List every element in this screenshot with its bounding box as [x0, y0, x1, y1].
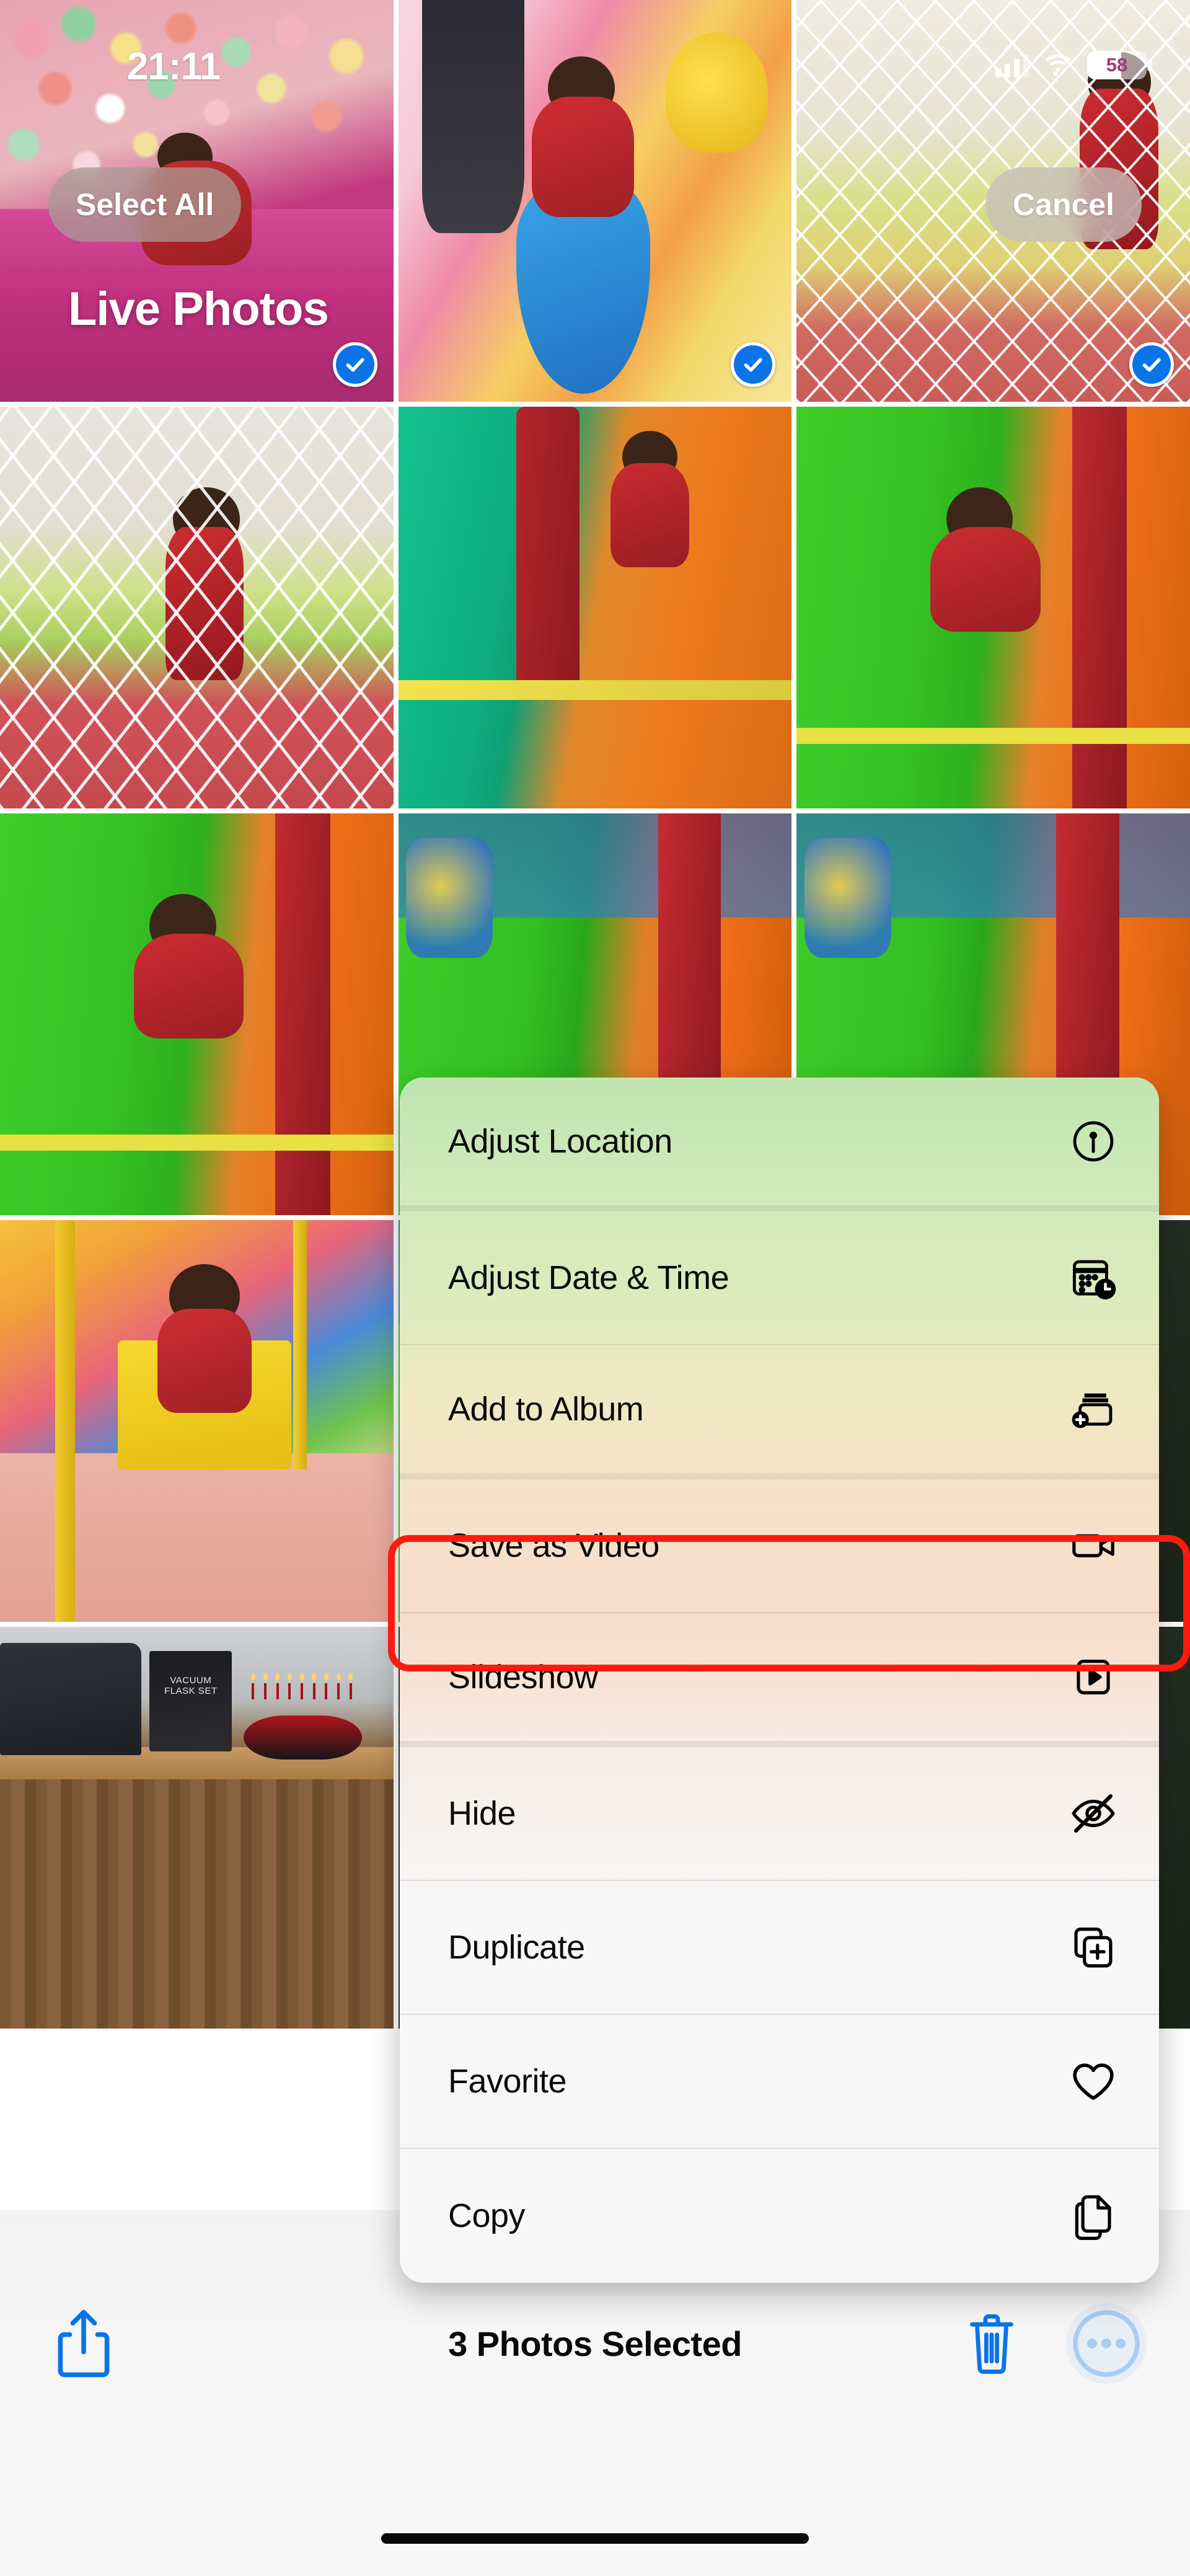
cancel-button[interactable]: Cancel: [985, 167, 1142, 242]
video-camera-icon: [1065, 1517, 1122, 1574]
menu-item-label: Add to Album: [448, 1391, 644, 1428]
photo-cell[interactable]: [0, 407, 394, 808]
album-header: Select All Cancel Live Photos: [0, 0, 1190, 384]
menu-item-favorite[interactable]: Favorite: [400, 2015, 1159, 2149]
menu-item-slideshow[interactable]: Slideshow: [400, 1613, 1159, 1747]
menu-item-label: Save as Video: [448, 1527, 659, 1564]
context-menu[interactable]: Adjust Location Adjust Date & Time Add to …: [400, 1078, 1159, 2283]
photo-cell[interactable]: [0, 1220, 394, 1622]
menu-item-label: Favorite: [448, 2063, 567, 2100]
menu-item-hide[interactable]: Hide: [400, 1747, 1159, 1881]
play-rect-icon: [1065, 1649, 1122, 1706]
menu-item-label: Duplicate: [448, 1929, 585, 1966]
photo-cell[interactable]: [398, 407, 792, 808]
menu-item-adjust-date-time[interactable]: Adjust Date & Time: [400, 1211, 1159, 1345]
more-options-button[interactable]: [1066, 2303, 1147, 2384]
photo-thumbnail: [0, 407, 394, 808]
home-indicator[interactable]: [381, 2533, 809, 2544]
photo-thumbnail: VACUUM FLASK SET: [0, 1627, 394, 2029]
add-to-album-icon: [1065, 1381, 1122, 1438]
phone-screen: VACUUM FLASK SET Select All Cancel Live P…: [0, 0, 1190, 2576]
eye-slash-icon: [1065, 1785, 1122, 1842]
location-info-icon: [1065, 1113, 1122, 1170]
menu-item-label: Adjust Location: [448, 1123, 672, 1160]
calendar-clock-icon: [1065, 1249, 1122, 1306]
menu-item-save-as-video[interactable]: Save as Video: [400, 1479, 1159, 1613]
photo-cell[interactable]: VACUUM FLASK SET: [0, 1627, 394, 2029]
photo-cell[interactable]: [796, 407, 1190, 808]
menu-item-adjust-location[interactable]: Adjust Location: [400, 1078, 1159, 1211]
copy-icon: [1065, 2187, 1122, 2244]
select-all-button[interactable]: Select All: [48, 167, 242, 242]
menu-item-duplicate[interactable]: Duplicate: [400, 1881, 1159, 2015]
more-ellipsis-icon: [1069, 2306, 1144, 2381]
photo-thumbnail: [0, 813, 394, 1215]
photo-thumbnail: [398, 407, 792, 808]
heart-icon: [1065, 2053, 1122, 2110]
photo-thumbnail: [796, 407, 1190, 808]
menu-item-copy[interactable]: Copy: [400, 2149, 1159, 2283]
menu-item-label: Copy: [448, 2197, 526, 2234]
menu-item-label: Slideshow: [448, 1658, 598, 1696]
duplicate-icon: [1065, 1919, 1122, 1976]
trash-icon: [965, 2309, 1018, 2378]
page-title: Live Photos: [68, 283, 329, 335]
delete-button[interactable]: [954, 2297, 1029, 2390]
menu-item-label: Adjust Date & Time: [448, 1259, 729, 1296]
menu-item-add-to-album[interactable]: Add to Album: [400, 1345, 1159, 1479]
menu-item-label: Hide: [448, 1795, 516, 1832]
photo-thumbnail: [0, 1220, 394, 1622]
photo-cell[interactable]: [0, 813, 394, 1215]
